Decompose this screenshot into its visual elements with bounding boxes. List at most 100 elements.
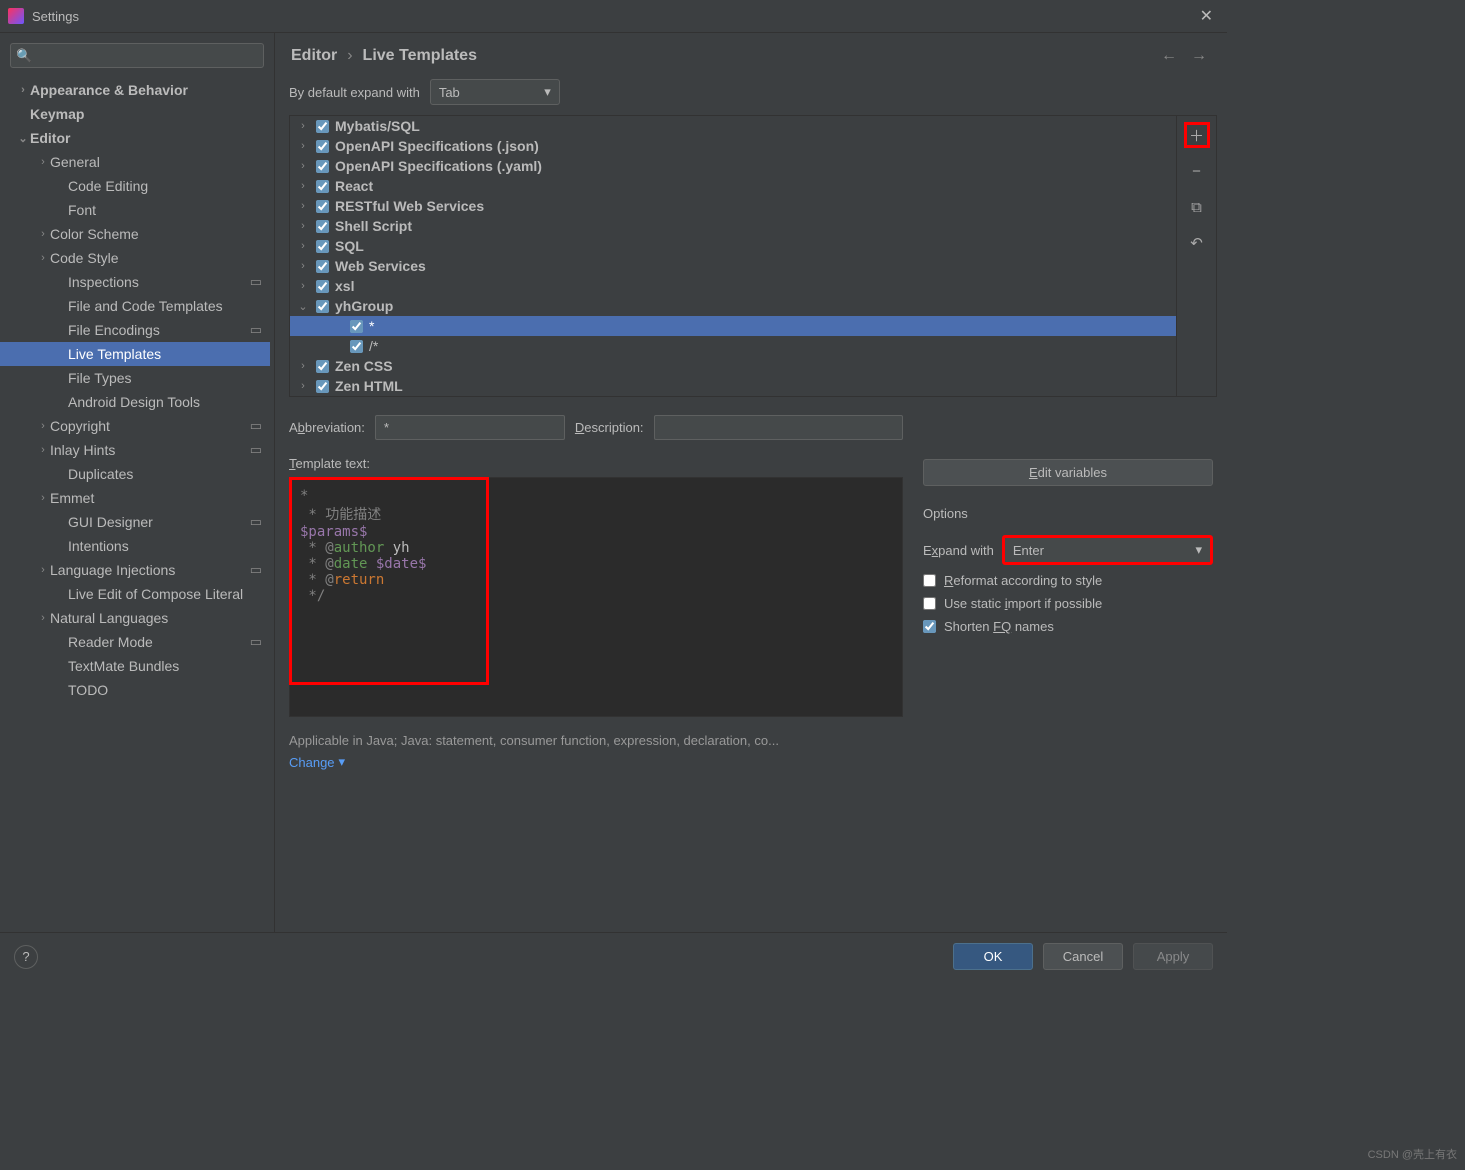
chevron-icon: › xyxy=(16,84,30,96)
tree-item[interactable]: Keymap xyxy=(0,102,270,126)
apply-button[interactable]: Apply xyxy=(1133,943,1213,970)
chevron-icon: › xyxy=(296,280,310,292)
tree-item[interactable]: ›Emmet xyxy=(0,486,270,510)
list-checkbox[interactable] xyxy=(316,280,329,293)
tree-item[interactable]: ›Inlay Hints▭ xyxy=(0,438,270,462)
list-item[interactable]: ⌄yhGroup xyxy=(290,296,1176,316)
tree-item[interactable]: Duplicates xyxy=(0,462,270,486)
list-checkbox[interactable] xyxy=(316,180,329,193)
list-checkbox[interactable] xyxy=(316,160,329,173)
reformat-checkbox[interactable] xyxy=(923,574,936,587)
ok-button[interactable]: OK xyxy=(953,943,1033,970)
chevron-icon: › xyxy=(296,220,310,232)
tree-item[interactable]: File Types xyxy=(0,366,270,390)
list-checkbox[interactable] xyxy=(350,320,363,333)
tree-item[interactable]: Reader Mode▭ xyxy=(0,630,270,654)
list-item[interactable]: ›Zen HTML xyxy=(290,376,1176,396)
tree-label: Natural Languages xyxy=(50,610,262,626)
tree-item[interactable]: File Encodings▭ xyxy=(0,318,270,342)
list-item[interactable]: ›xsl xyxy=(290,276,1176,296)
settings-tree[interactable]: ›Appearance & BehaviorKeymap⌄Editor›Gene… xyxy=(0,78,274,932)
list-label: React xyxy=(335,178,373,194)
tree-label: TextMate Bundles xyxy=(68,658,262,674)
list-item[interactable]: ›SQL xyxy=(290,236,1176,256)
forward-icon[interactable]: → xyxy=(1191,47,1207,65)
back-icon[interactable]: ← xyxy=(1161,47,1177,65)
list-checkbox[interactable] xyxy=(316,240,329,253)
chevron-icon: › xyxy=(36,492,50,504)
options-label: Options xyxy=(923,506,1213,521)
app-icon xyxy=(8,8,24,24)
chevron-icon: › xyxy=(296,140,310,152)
tree-item[interactable]: ⌄Editor xyxy=(0,126,270,150)
main-panel: Editor › Live Templates ← → By default e… xyxy=(275,33,1227,932)
list-checkbox[interactable] xyxy=(316,200,329,213)
chevron-down-icon: ▾ xyxy=(544,84,551,100)
list-item[interactable]: ›OpenAPI Specifications (.yaml) xyxy=(290,156,1176,176)
tree-item[interactable]: GUI Designer▭ xyxy=(0,510,270,534)
list-item[interactable]: ›OpenAPI Specifications (.json) xyxy=(290,136,1176,156)
shorten-fq-checkbox[interactable] xyxy=(923,620,936,633)
list-item[interactable]: ›Zen CSS xyxy=(290,356,1176,376)
change-link[interactable]: Change ▾ xyxy=(289,754,345,770)
search-input[interactable] xyxy=(10,43,264,68)
list-checkbox[interactable] xyxy=(316,380,329,393)
static-import-label: Use static import if possible xyxy=(944,596,1102,611)
tree-item[interactable]: ›Color Scheme xyxy=(0,222,270,246)
chevron-icon: ⌄ xyxy=(16,132,30,145)
tree-item[interactable]: ›Natural Languages xyxy=(0,606,270,630)
chevron-icon: › xyxy=(296,160,310,172)
list-checkbox[interactable] xyxy=(316,120,329,133)
tree-item[interactable]: Inspections▭ xyxy=(0,270,270,294)
template-list[interactable]: ›Mybatis/SQL›OpenAPI Specifications (.js… xyxy=(290,116,1176,396)
static-import-checkbox[interactable] xyxy=(923,597,936,610)
tree-item[interactable]: ›Language Injections▭ xyxy=(0,558,270,582)
crumb-editor[interactable]: Editor xyxy=(291,47,337,65)
copy-button[interactable]: ⧉ xyxy=(1184,194,1210,220)
list-checkbox[interactable] xyxy=(316,300,329,313)
list-checkbox[interactable] xyxy=(316,260,329,273)
add-button[interactable]: ＋ xyxy=(1184,122,1210,148)
chevron-icon: › xyxy=(36,252,50,264)
tree-item[interactable]: ›Copyright▭ xyxy=(0,414,270,438)
tree-item[interactable]: File and Code Templates xyxy=(0,294,270,318)
tree-item[interactable]: Live Templates xyxy=(0,342,270,366)
chevron-icon: › xyxy=(296,260,310,272)
cancel-button[interactable]: Cancel xyxy=(1043,943,1123,970)
list-item[interactable]: /* xyxy=(290,336,1176,356)
tree-item[interactable]: ›General xyxy=(0,150,270,174)
shorten-fq-label: Shorten FQ names xyxy=(944,619,1054,634)
remove-button[interactable]: − xyxy=(1184,158,1210,184)
tree-item[interactable]: TextMate Bundles xyxy=(0,654,270,678)
expand-with-select[interactable]: Enter ▾ xyxy=(1002,535,1213,565)
list-item[interactable]: ›Web Services xyxy=(290,256,1176,276)
tree-item[interactable]: TODO xyxy=(0,678,270,702)
tree-item[interactable]: ›Code Style xyxy=(0,246,270,270)
tree-item[interactable]: Android Design Tools xyxy=(0,390,270,414)
description-input[interactable] xyxy=(654,415,903,440)
revert-button[interactable]: ↶ xyxy=(1184,230,1210,256)
help-button[interactable]: ? xyxy=(14,945,38,969)
list-item[interactable]: * xyxy=(290,316,1176,336)
template-text-editor[interactable]: * * 功能描述 $params$ * @author yh * @date $… xyxy=(289,477,903,717)
close-icon[interactable]: ✕ xyxy=(1194,6,1219,26)
list-checkbox[interactable] xyxy=(316,220,329,233)
tree-label: Emmet xyxy=(50,490,262,506)
tree-label: Live Edit of Compose Literal xyxy=(68,586,262,602)
tree-item[interactable]: Font xyxy=(0,198,270,222)
list-item[interactable]: ›Shell Script xyxy=(290,216,1176,236)
list-checkbox[interactable] xyxy=(316,360,329,373)
abbreviation-input[interactable] xyxy=(375,415,565,440)
tree-label: Android Design Tools xyxy=(68,394,262,410)
default-expand-select[interactable]: Tab ▾ xyxy=(430,79,560,105)
list-item[interactable]: ›Mybatis/SQL xyxy=(290,116,1176,136)
list-item[interactable]: ›RESTful Web Services xyxy=(290,196,1176,216)
tree-item[interactable]: Intentions xyxy=(0,534,270,558)
tree-item[interactable]: Code Editing xyxy=(0,174,270,198)
tree-item[interactable]: Live Edit of Compose Literal xyxy=(0,582,270,606)
list-item[interactable]: ›React xyxy=(290,176,1176,196)
edit-variables-button[interactable]: Edit variables xyxy=(923,459,1213,486)
list-checkbox[interactable] xyxy=(316,140,329,153)
list-checkbox[interactable] xyxy=(350,340,363,353)
tree-item[interactable]: ›Appearance & Behavior xyxy=(0,78,270,102)
